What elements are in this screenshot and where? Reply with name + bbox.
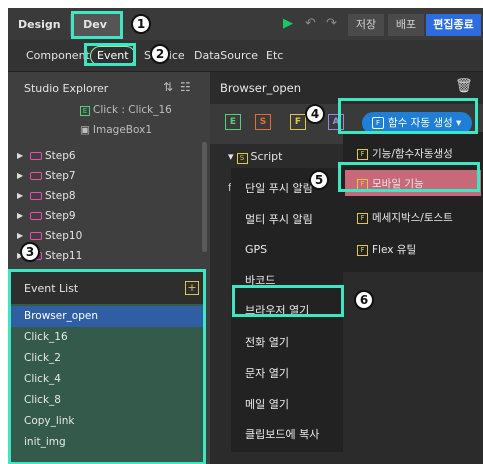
step-icon bbox=[30, 172, 42, 180]
menu-item-open-phone[interactable]: 전화 열기 bbox=[245, 334, 289, 350]
tree-item-label: ImageBox1 bbox=[92, 124, 153, 136]
service-block-icon[interactable]: S bbox=[255, 114, 271, 130]
step-icon bbox=[30, 192, 42, 200]
highlight-generate-button bbox=[338, 98, 478, 134]
undo-icon[interactable]: ↶ bbox=[305, 16, 316, 32]
tree-item-step[interactable]: ▶ Step7 bbox=[8, 166, 210, 186]
tree-item-step[interactable]: ▶ Step6 bbox=[8, 146, 210, 166]
menu-bar: Component Event Service DataSource Etc bbox=[8, 40, 483, 72]
menu-datasource[interactable]: DataSource bbox=[194, 49, 258, 63]
step-marker-1: 1 bbox=[131, 14, 151, 34]
function-title: Browser_open bbox=[220, 81, 302, 95]
explorer-title: Studio Explorer bbox=[24, 82, 109, 95]
expand-arrow-icon[interactable]: ▶ bbox=[17, 206, 23, 226]
generate-dropdown-menu: F 기능/함수자동생성 F 모바일 기능 F 메세지박스/토스트 F Flex 유틸 bbox=[343, 132, 483, 272]
script-icon: S bbox=[236, 153, 248, 164]
menu-item-multi-push[interactable]: 멀티 푸시 알림 bbox=[245, 211, 313, 227]
exit-edit-button[interactable]: 편집종료 bbox=[426, 14, 481, 36]
tree-item-step[interactable]: ▶ Step9 bbox=[8, 206, 210, 226]
tree-item-click16[interactable]: E Click : Click_16 bbox=[80, 104, 172, 116]
sort-icon[interactable]: ⇅ bbox=[163, 80, 173, 94]
highlight-event-menu bbox=[84, 43, 136, 66]
function-block-icon[interactable]: F bbox=[290, 114, 306, 130]
event-icon: E bbox=[80, 106, 90, 116]
expand-arrow-icon[interactable]: ▶ bbox=[17, 166, 23, 186]
layout-icon[interactable]: ☷ bbox=[180, 80, 191, 94]
tree-item-imagebox[interactable]: ▣ ImageBox1 bbox=[80, 124, 152, 136]
script-label: Script bbox=[250, 150, 283, 163]
menu-item-copy-clipboard[interactable]: 클립보드에 복사 bbox=[245, 426, 319, 442]
tab-design[interactable]: Design bbox=[18, 14, 61, 36]
menu-etc[interactable]: Etc bbox=[266, 49, 283, 63]
save-button[interactable]: 저장 bbox=[348, 14, 384, 36]
menu-item-open-mail[interactable]: 메일 열기 bbox=[245, 396, 289, 412]
highlight-dev-tab bbox=[71, 11, 123, 39]
highlight-mobile-item bbox=[338, 162, 480, 192]
menu-item-single-push[interactable]: 단일 푸시 알림 bbox=[245, 180, 313, 196]
function-icon: F bbox=[357, 244, 368, 256]
function-icon: F bbox=[357, 212, 368, 224]
step-icon bbox=[30, 212, 42, 220]
function-icon: F bbox=[357, 148, 368, 160]
menu-component[interactable]: Component bbox=[26, 49, 90, 63]
step-marker-4: 4 bbox=[305, 104, 325, 124]
expand-arrow-icon[interactable]: ▶ bbox=[17, 226, 23, 246]
menu-item-gps[interactable]: GPS bbox=[245, 243, 267, 256]
step-marker-6: 6 bbox=[354, 290, 374, 310]
collapse-arrow-icon[interactable]: ▾ bbox=[228, 150, 234, 163]
explorer-scrollbar[interactable] bbox=[202, 142, 207, 252]
script-tree-item[interactable]: ▾ S Script bbox=[228, 150, 282, 164]
tree-item-label: Click : Click_16 bbox=[93, 104, 172, 116]
event-block-icon[interactable]: E bbox=[225, 114, 241, 130]
menu-item-flex-util[interactable]: F Flex 유틸 bbox=[357, 242, 416, 257]
step-marker-2: 2 bbox=[150, 44, 170, 64]
menu-item-messagebox[interactable]: F 메세지박스/토스트 bbox=[357, 210, 453, 225]
step-marker-5: 5 bbox=[309, 170, 329, 190]
expand-arrow-icon[interactable]: ▶ bbox=[17, 186, 23, 206]
step-marker-3: 3 bbox=[20, 242, 40, 262]
highlight-event-list bbox=[8, 269, 206, 464]
step-icon bbox=[30, 232, 42, 240]
deploy-button[interactable]: 배포 bbox=[388, 14, 424, 36]
run-icon[interactable]: ▶ bbox=[283, 16, 293, 32]
trash-icon[interactable]: 🗑 bbox=[455, 78, 473, 94]
tree-item-step[interactable]: ▶ Step8 bbox=[8, 186, 210, 206]
menu-item-function-generate[interactable]: F 기능/함수자동생성 bbox=[357, 146, 453, 161]
image-icon: ▣ bbox=[80, 124, 90, 136]
redo-icon[interactable]: ↷ bbox=[326, 16, 337, 32]
menu-item-open-sms[interactable]: 문자 열기 bbox=[245, 365, 289, 381]
step-icon bbox=[30, 152, 42, 160]
tree-item-step[interactable]: ▶ Step10 bbox=[8, 226, 210, 246]
highlight-open-browser bbox=[232, 285, 344, 317]
expand-arrow-icon[interactable]: ▶ bbox=[17, 146, 23, 166]
